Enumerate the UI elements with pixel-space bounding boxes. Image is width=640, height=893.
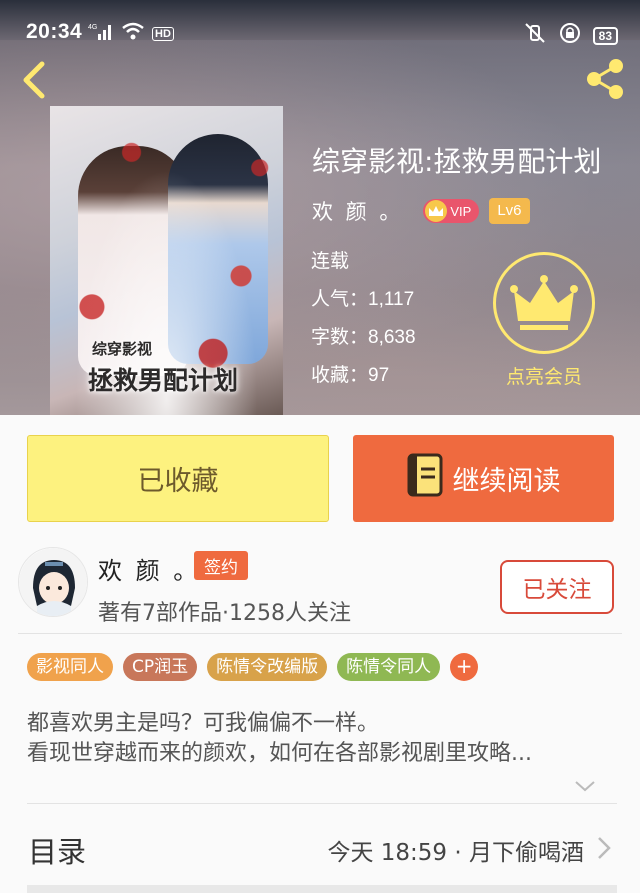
status-left-icons: 4G HD [88, 22, 174, 45]
status-time: 20:34 [26, 20, 83, 43]
back-button[interactable] [14, 58, 58, 102]
battery-indicator: 83 [592, 26, 618, 45]
next-section-edge [27, 885, 617, 893]
stat-value: 97 [368, 365, 390, 386]
avatar[interactable] [18, 547, 88, 617]
chevron-left-icon [23, 61, 45, 99]
status-right-icons: 83 [523, 22, 618, 49]
stat-label: 收藏： [311, 364, 369, 386]
signed-badge: 签约 [194, 551, 248, 580]
stat-word-count: 字数：8,638 [311, 322, 416, 349]
favorited-label: 已收藏 [137, 466, 219, 497]
book-header: 20:34 4G HD 83 综穿影视 拯救男配计划 综穿影视:拯救男配计划 欢… [0, 0, 640, 415]
toc-latest-chapter: 今天 18:59 · 月下偷喝酒 [327, 840, 584, 866]
tag-item[interactable]: 陈情令改编版 [207, 653, 328, 681]
divider [18, 633, 622, 634]
share-icon [587, 59, 623, 99]
description-line: 看现世穿越而来的颜欢，如何在各部影视剧里攻略... [27, 741, 532, 766]
serial-status: 连载 [311, 250, 350, 272]
share-button[interactable] [580, 54, 630, 104]
stat-favorites: 收藏：97 [311, 360, 389, 387]
cover-subtitle: 综穿影视 [92, 340, 153, 358]
vip-label: VIP [450, 203, 472, 219]
cover-title: 拯救男配计划 [88, 366, 239, 395]
author-row: 欢 颜 。 VIP Lv6 [312, 196, 530, 226]
member-button[interactable]: 点亮会员 [492, 252, 596, 389]
wifi-icon [122, 22, 144, 45]
toc-label: 目录 [28, 835, 87, 869]
continue-reading-label: 继续阅读 [452, 466, 561, 497]
book-description[interactable]: 都喜欢男主是吗？可我偏偏不一样。 看现世穿越而来的颜欢，如何在各部影视剧里攻略.… [27, 709, 617, 769]
signal-icon: 4G [88, 22, 114, 45]
author-card-name[interactable]: 欢 颜 。 [98, 551, 200, 586]
favorited-button[interactable]: 已收藏 [27, 435, 329, 522]
tag-item[interactable]: 陈情令同人 [337, 653, 441, 681]
mute-icon [523, 23, 547, 48]
author-meta: 著有7部作品·1258人关注 [98, 601, 351, 626]
status-bar: 20:34 4G HD 83 [0, 0, 640, 46]
crown-icon [425, 200, 448, 222]
book-icon [407, 453, 443, 504]
divider [27, 803, 617, 804]
hd-call-icon: HD [152, 26, 174, 41]
expand-button[interactable] [572, 773, 598, 799]
crown-icon [493, 252, 595, 354]
followed-button[interactable]: 已关注 [500, 560, 614, 614]
member-label: 点亮会员 [505, 366, 582, 388]
level-badge: Lv6 [489, 198, 530, 224]
stat-label: 人气： [311, 288, 369, 310]
stat-value: 1,117 [368, 289, 415, 310]
chevron-right-icon [594, 833, 614, 863]
tag-item[interactable]: 影视同人 [27, 653, 113, 681]
chevron-down-icon [575, 781, 595, 792]
vip-badge: VIP [423, 199, 480, 223]
author-name[interactable]: 欢 颜 。 [312, 196, 403, 226]
tag-item[interactable]: CP润玉 [123, 653, 198, 681]
add-tag-button[interactable]: + [450, 653, 479, 681]
book-details: 已收藏 继续阅读 欢 颜 。 签约 著有7部作品·1258人关注 已关注 影视同… [0, 415, 640, 893]
book-title: 综穿影视:拯救男配计划 [312, 145, 602, 178]
svg-text:4G: 4G [88, 24, 97, 31]
table-of-contents-row[interactable]: 目录 今天 18:59 · 月下偷喝酒 [0, 817, 640, 877]
stat-label: 字数： [311, 326, 369, 348]
continue-reading-button[interactable]: 继续阅读 [353, 435, 614, 522]
stat-popularity: 人气：1,117 [311, 284, 414, 311]
author-card: 欢 颜 。 签约 著有7部作品·1258人关注 已关注 [0, 543, 640, 633]
tag-list: 影视同人 CP润玉 陈情令改编版 陈情令同人 + [27, 653, 479, 681]
description-line: 都喜欢男主是吗？可我偏偏不一样。 [27, 711, 380, 736]
stat-value: 8,638 [368, 327, 416, 348]
lock-rotation-icon [559, 22, 581, 49]
book-cover[interactable]: 综穿影视 拯救男配计划 [50, 106, 283, 415]
